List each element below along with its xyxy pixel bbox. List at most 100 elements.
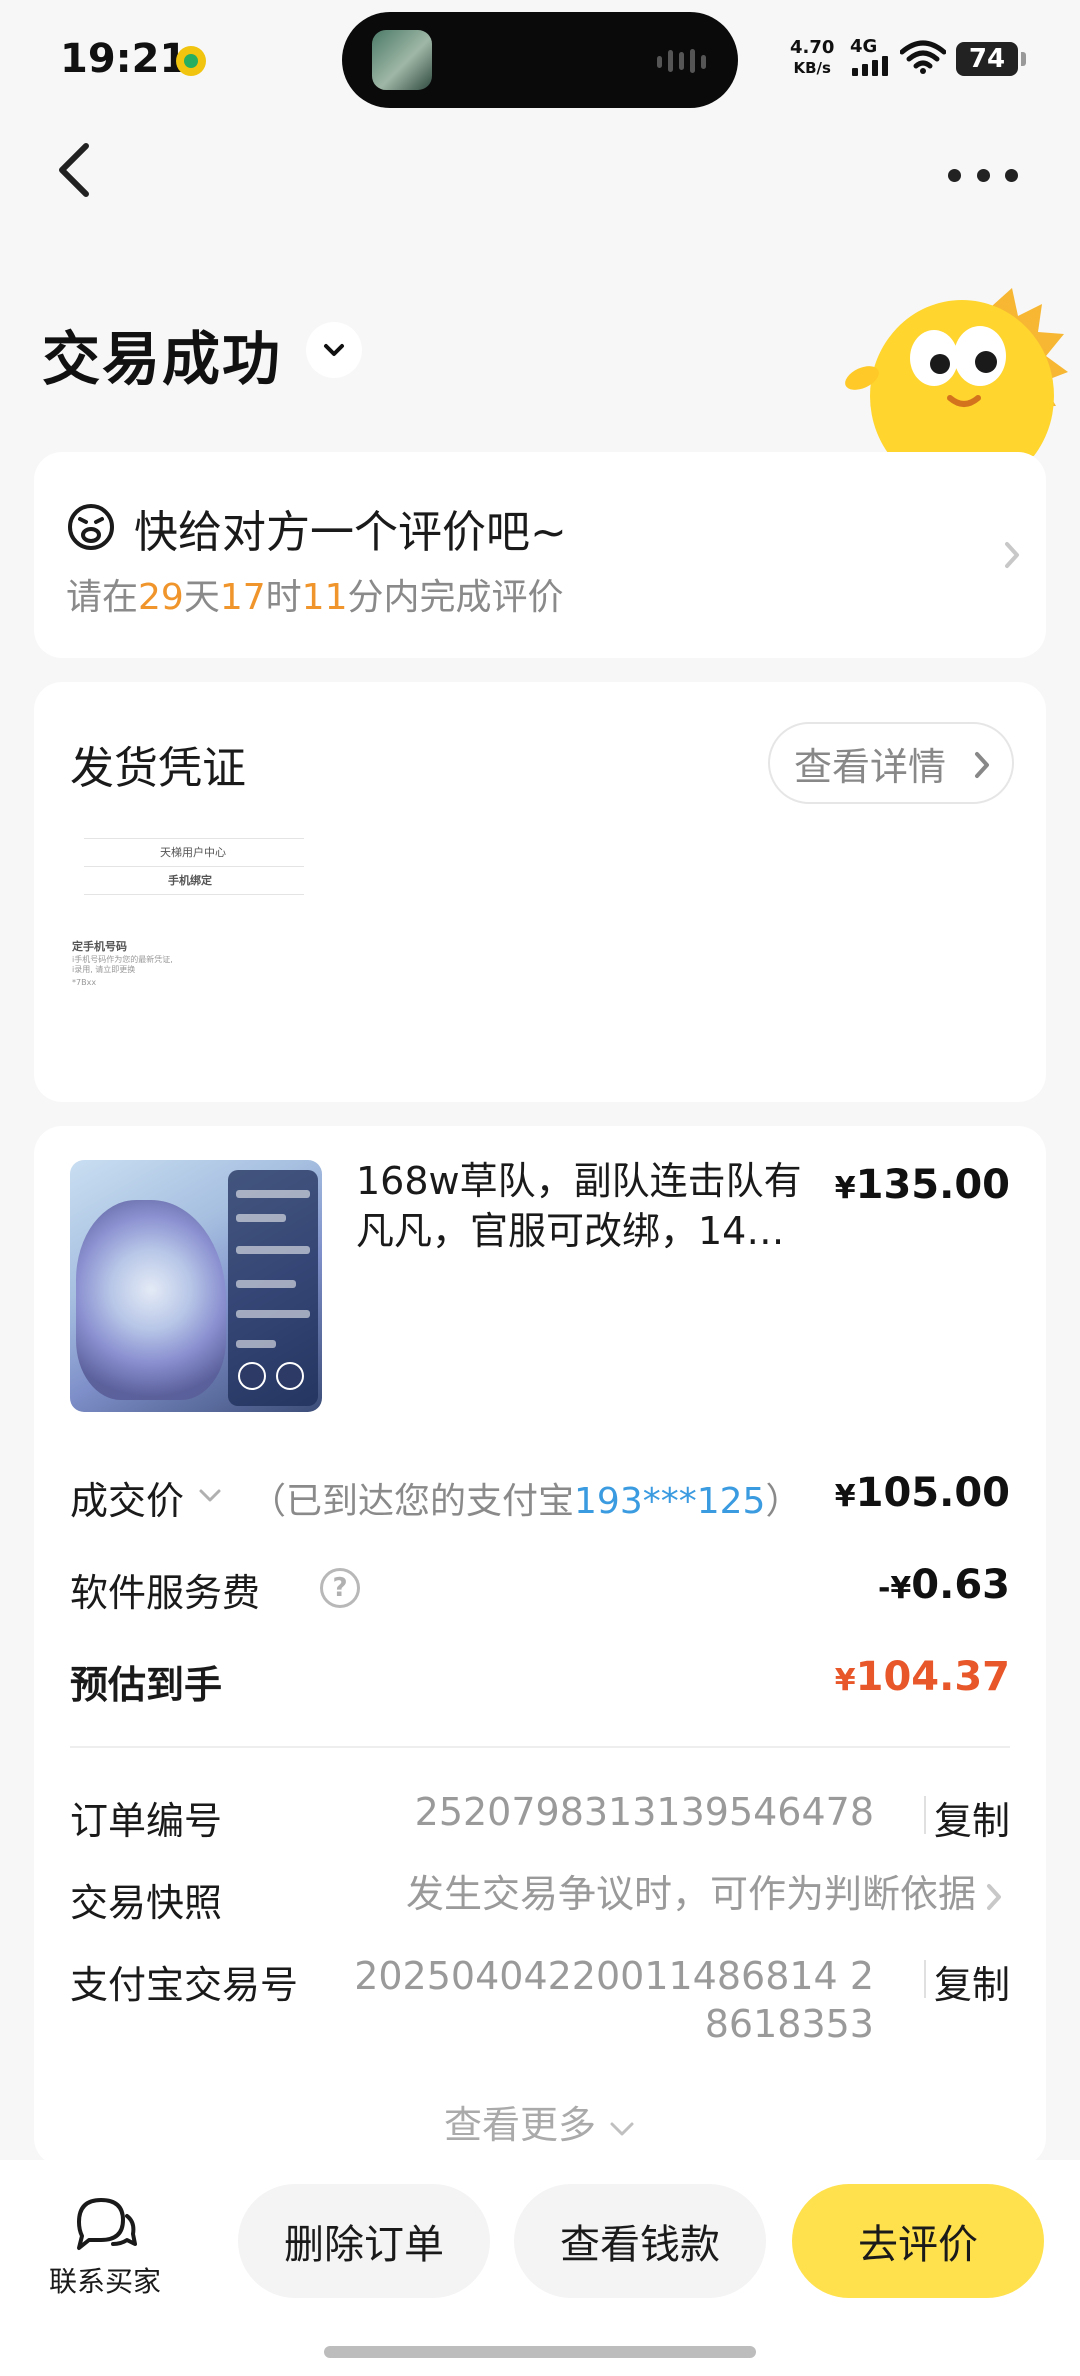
delete-order-button[interactable]: 删除订单 <box>238 2184 490 2298</box>
network-speed: 4.70 KB/s <box>790 38 834 78</box>
currency-symbol: ¥ <box>834 1479 856 1514</box>
review-title: 快给对方一个评价吧~ <box>134 507 567 558</box>
contact-buyer-label: 联系买家 <box>48 2265 161 2298</box>
status-time: 19:21 <box>60 36 188 82</box>
shipping-voucher-card: 发货凭证 查看详情 天梯用户中心 手机绑定 定手机号码 i手机号码作为您的最新凭… <box>34 682 1046 1102</box>
chevron-right-icon <box>975 752 989 778</box>
title-dropdown-button[interactable] <box>306 322 362 378</box>
copy-alipay-number-button[interactable]: 复制 <box>934 1954 1010 2009</box>
currency-symbol: ¥ <box>834 1663 856 1698</box>
voucher-title: 发货凭证 <box>70 743 246 794</box>
battery-indicator: 74 <box>956 42 1026 76</box>
deal-price-amount: 105.00 <box>855 1470 1010 1516</box>
product-price-value: 135.00 <box>855 1162 1010 1208</box>
countdown-minutes: 11 <box>301 577 348 618</box>
contact-buyer-button[interactable]: 联系买家 <box>40 2194 170 2300</box>
service-fee-label: 软件服务费 <box>70 1571 261 1615</box>
countdown-hours: 17 <box>219 577 266 618</box>
see-more-button[interactable]: 查看更多 <box>34 2094 1046 2149</box>
currency-symbol: ¥ <box>834 1171 856 1206</box>
more-dot-icon <box>1005 168 1018 182</box>
product-art-button <box>238 1362 266 1390</box>
home-indicator[interactable] <box>324 2346 756 2358</box>
order-details-card: 168w草队，副队连击队有凡凡，官服可改绑，14… ¥135.00 成交价 （已… <box>34 1126 1046 2166</box>
write-review-button[interactable]: 去评价 <box>792 2184 1044 2298</box>
more-options-button[interactable] <box>948 160 1018 190</box>
view-details-button[interactable]: 查看详情 <box>768 722 1014 804</box>
order-number-label: 订单编号 <box>70 1799 223 1843</box>
view-details-label: 查看详情 <box>794 744 947 789</box>
alipay-number-line-1: 20250404220011486814 2 <box>354 1954 874 1998</box>
alipay-number-line-2: 8618353 <box>704 2002 874 2046</box>
page-title: 交易成功 <box>42 325 283 393</box>
network-speed-unit: KB/s <box>793 59 831 77</box>
chevron-right-icon <box>987 1884 1001 1910</box>
snapshot-label: 交易快照 <box>70 1881 223 1925</box>
estimated-receipt-value: ¥104.37 <box>835 1654 1010 1700</box>
app-notification-icon <box>176 46 206 76</box>
alipay-account-link[interactable]: 193***125 <box>574 1481 765 1522</box>
see-more-label: 查看更多 <box>443 2103 596 2147</box>
back-icon[interactable] <box>50 140 100 200</box>
service-fee-row: 软件服务费 ? -¥0.63 <box>70 1562 1010 1622</box>
product-art-button <box>276 1362 304 1390</box>
deal-note-prefix: （已到达您的支付宝 <box>250 1481 575 1522</box>
chevron-right-icon <box>1005 542 1019 568</box>
smile-face-icon <box>68 504 114 550</box>
bottom-action-bar: 联系买家 删除订单 查看钱款 去评价 <box>0 2160 1080 2376</box>
deal-price-value: ¥105.00 <box>835 1470 1010 1516</box>
countdown-prefix: 请在 <box>66 577 139 618</box>
status-bar: 19:21 4.70 KB/s 4G 74 <box>0 0 1080 120</box>
thumb-subheader: 手机绑定 <box>168 874 212 887</box>
product-price: ¥135.00 <box>835 1162 1010 1208</box>
mascot-illustration <box>845 288 1068 456</box>
more-dot-icon <box>976 168 990 182</box>
chat-bubble-icon <box>77 2198 137 2250</box>
more-dot-icon <box>948 168 961 182</box>
divider <box>924 1960 926 1998</box>
chevron-down-icon <box>610 2122 634 2136</box>
deal-price-note: （已到达您的支付宝193***125） <box>250 1472 801 1524</box>
copy-order-number-button[interactable]: 复制 <box>934 1790 1010 1845</box>
thumb-line-2: i录用, 请立即更换 <box>72 965 136 974</box>
product-title[interactable]: 168w草队，副队连击队有凡凡，官服可改绑，14… <box>356 1156 836 1256</box>
countdown-suffix: 分内完成评价 <box>347 577 564 618</box>
help-icon[interactable]: ? <box>320 1568 360 1608</box>
order-number-value: 2520798313139546478 <box>414 1790 874 1834</box>
media-thumbnail <box>372 30 432 90</box>
thumb-line-3: *7Bxx <box>72 978 97 987</box>
alipay-trade-number-value: 20250404220011486814 2 8618353 <box>354 1952 874 2048</box>
service-fee-amount: 0.63 <box>911 1562 1010 1608</box>
divider <box>70 1746 1010 1748</box>
deal-price-row: 成交价 （已到达您的支付宝193***125） ¥105.00 <box>70 1470 1010 1530</box>
divider <box>924 1796 926 1834</box>
voucher-screenshot-thumbnail[interactable]: 天梯用户中心 手机绑定 定手机号码 i手机号码作为您的最新凭证, i录用, 请立… <box>64 830 324 1010</box>
estimated-receipt-amount: 104.37 <box>855 1654 1010 1700</box>
view-money-button[interactable]: 查看钱款 <box>514 2184 766 2298</box>
currency-symbol: -¥ <box>877 1571 912 1606</box>
snapshot-value[interactable]: 发生交易争议时，可作为判断依据 <box>406 1870 976 1918</box>
chevron-down-icon <box>324 344 344 356</box>
wifi-icon <box>900 40 946 74</box>
estimated-receipt-row: 预估到手 ¥104.37 <box>70 1654 1010 1714</box>
dynamic-island[interactable] <box>342 12 738 108</box>
audio-wave-icon <box>657 49 706 73</box>
deal-note-suffix: ） <box>765 1481 802 1522</box>
estimated-receipt-label: 预估到手 <box>70 1663 223 1707</box>
countdown-days-unit: 天 <box>183 577 220 618</box>
service-fee-value: -¥0.63 <box>878 1562 1010 1608</box>
countdown-days: 29 <box>138 577 184 618</box>
thumb-header: 天梯用户中心 <box>160 846 226 859</box>
review-countdown: 请在29天17时11分内完成评价 <box>66 568 564 620</box>
network-type: 4G <box>850 36 878 57</box>
deal-price-label: 成交价 <box>70 1479 185 1523</box>
product-image[interactable] <box>70 1160 322 1412</box>
signal-icon <box>852 56 888 76</box>
thumb-label: 定手机号码 <box>72 940 127 953</box>
alipay-trade-number-label: 支付宝交易号 <box>70 1963 299 2007</box>
network-speed-value: 4.70 <box>790 37 835 58</box>
product-art <box>76 1200 226 1400</box>
countdown-hours-unit: 时 <box>265 577 302 618</box>
chevron-down-icon[interactable] <box>198 1488 222 1504</box>
review-prompt-card[interactable]: 快给对方一个评价吧~ 请在29天17时11分内完成评价 <box>34 452 1046 658</box>
